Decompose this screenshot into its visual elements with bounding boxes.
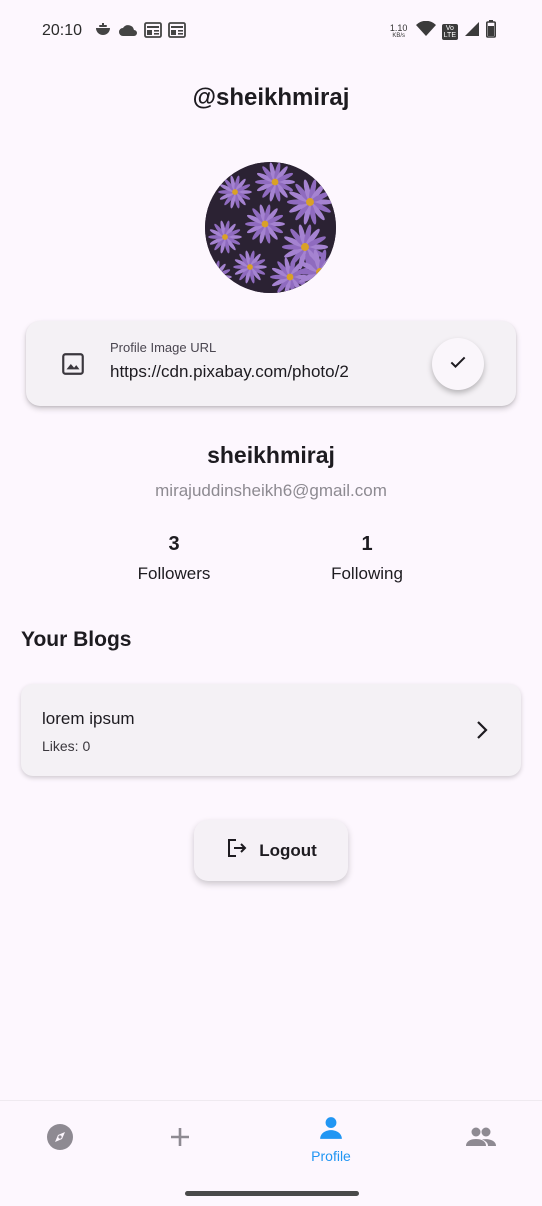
- following-stat[interactable]: 1 Following: [297, 533, 437, 584]
- wifi-icon: [415, 20, 436, 42]
- home-indicator[interactable]: [185, 1191, 359, 1196]
- field-label: Profile Image URL: [110, 340, 217, 355]
- person-icon: [318, 1117, 344, 1145]
- nav-item-explore[interactable]: [20, 1115, 100, 1156]
- blog-list-item[interactable]: lorem ipsum Likes: 0: [21, 684, 521, 776]
- signal-icon: [464, 21, 480, 42]
- blog-title: lorem ipsum: [42, 709, 135, 728]
- nav-label-profile: Profile: [311, 1148, 351, 1164]
- profile-image-url-input[interactable]: https://cdn.pixabay.com/photo/2: [110, 362, 392, 382]
- user-display-name: sheikhmiraj: [207, 442, 335, 468]
- nav-item-profile[interactable]: Profile: [291, 1115, 371, 1164]
- volte-top: Vo: [445, 24, 454, 32]
- plus-icon: [168, 1128, 192, 1153]
- following-label: Following: [331, 564, 403, 583]
- compass-icon: [46, 1124, 74, 1155]
- blog-likes: Likes: 0: [42, 738, 91, 754]
- logout-button[interactable]: Logout: [194, 820, 348, 881]
- status-left-icons: [94, 22, 186, 43]
- network-speed-unit: KB/s: [392, 32, 405, 39]
- people-icon: [465, 1127, 497, 1153]
- nav-item-add[interactable]: [140, 1115, 220, 1154]
- user-email: mirajuddinsheikh6@gmail.com: [155, 481, 387, 500]
- cloud-icon: [118, 23, 138, 42]
- volte-bottom: LTE: [443, 31, 456, 39]
- volte-badge: Vo LTE: [441, 23, 458, 40]
- news-icon: [168, 22, 186, 43]
- news-icon: [144, 22, 162, 43]
- avatar[interactable]: [205, 162, 336, 293]
- followers-count: 3: [168, 533, 180, 555]
- followers-label: Followers: [137, 564, 211, 583]
- network-speed: 1.10 KB/s: [388, 22, 410, 40]
- following-count: 1: [361, 533, 373, 555]
- network-speed-value: 1.10: [389, 22, 408, 33]
- section-title-blogs: Your Blogs: [21, 628, 132, 651]
- battery-icon: [486, 20, 496, 43]
- followers-stat[interactable]: 3 Followers: [104, 533, 244, 584]
- image-icon: [60, 351, 86, 382]
- notification-icon: [94, 22, 112, 43]
- confirm-url-button[interactable]: [432, 338, 484, 390]
- status-time: 20:10: [42, 22, 83, 39]
- page-title: @sheikhmiraj: [192, 84, 350, 111]
- status-bar: 20:10 1.10 KB/s Vo LTE: [0, 0, 542, 62]
- profile-image-url-field[interactable]: Profile Image URL https://cdn.pixabay.co…: [26, 321, 516, 406]
- logout-label: Logout: [259, 840, 317, 860]
- logout-icon: [225, 836, 249, 865]
- check-icon: [448, 352, 468, 377]
- bottom-navigation: Profile: [0, 1100, 542, 1206]
- nav-item-people[interactable]: [441, 1115, 521, 1154]
- status-right-icons: 1.10 KB/s Vo LTE: [388, 20, 496, 43]
- chevron-right-icon: [475, 720, 489, 745]
